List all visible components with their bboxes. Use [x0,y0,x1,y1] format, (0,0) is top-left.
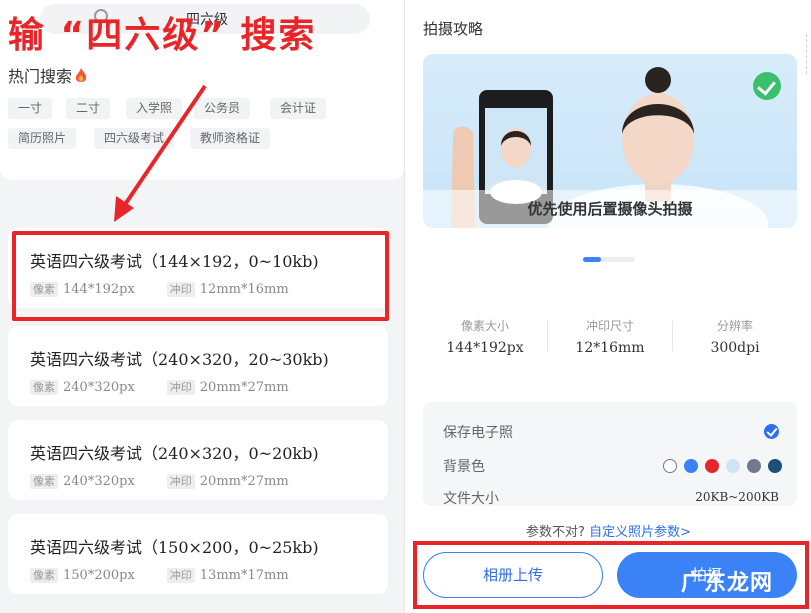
bg-color-gray[interactable] [747,459,761,473]
photo-options: 保存电子照 背景色 文件大小 20KB~200KB [423,402,797,507]
check-icon [753,72,781,100]
spec-row: 像素大小 144*192px 冲印尺寸 12*16mm 分辨率 300dpi [423,317,797,361]
result-title: 英语四六级考试（150×200，0~25kb) [30,538,319,557]
spec-value: 144*192px [446,340,524,356]
bg-color-white[interactable] [663,459,677,473]
carousel-indicator [583,257,635,262]
spec-label: 冲印尺寸 [585,319,634,333]
bg-color-blue[interactable] [684,459,698,473]
spec-item: 分辨率 300dpi [673,317,797,356]
print-value: 20mm*27mm [199,474,289,489]
pixel-label: 像素 [30,568,58,583]
print-label: 冲印 [166,474,195,489]
print-label: 冲印 [166,380,195,395]
guide-caption: 优先使用后置摄像头拍摄 [423,190,797,228]
bg-color-light-blue[interactable] [726,459,740,473]
search-panel: 四六级 输 “四六级” 搜索 热门搜索 一寸 二寸 入学照 公务员 会计证 简历… [0,0,404,613]
spec-item: 像素大小 144*192px [423,317,547,356]
custom-params-hint: 参数不对? 自定义照片参数> [405,521,811,540]
result-card[interactable]: 英语四六级考试（240×320，0~20kb) 像素 240*320px 冲印 20m… [8,420,388,500]
print-value: 20mm*27mm [199,380,289,395]
bg-color-navy[interactable] [768,459,782,473]
result-meta: 像素 240*320px 冲印 20mm*27mm [30,474,289,489]
print-value: 13mm*17mm [199,568,289,583]
result-title: 英语四六级考试（240×320，0~20kb) [30,444,319,463]
detail-panel: 拍摄攻略 优先使用后置摄像头拍摄 像素大小 144*192px 冲印尺寸 12*… [404,0,811,613]
pixel-value: 240*320px [63,474,135,489]
result-meta: 像素 150*200px 冲印 13mm*17mm [30,568,289,583]
save-digital-checkbox[interactable] [764,424,779,439]
section-title: 拍摄攻略 [423,20,484,38]
pixel-value: 240*320px [63,380,135,395]
result-card[interactable]: 英语四六级考试（240×320，20~30kb) 像素 240*320px 冲印 20… [8,326,388,406]
spec-value: 300dpi [710,340,760,356]
spec-value: 12*16mm [575,340,645,356]
highlight-box [12,231,389,321]
guide-image: 优先使用后置摄像头拍摄 [423,54,797,228]
annotation-arrow-icon [114,84,207,222]
bg-color-red[interactable] [705,459,719,473]
pixel-label: 像素 [30,380,58,395]
print-label: 冲印 [166,568,195,583]
file-size-value: 20KB~200KB [695,490,779,504]
spec-label: 分辨率 [716,319,753,333]
spec-item: 冲印尺寸 12*16mm [548,317,672,356]
custom-params-link[interactable]: 自定义照片参数> [589,525,691,540]
result-card[interactable]: 英语四六级考试（150×200，0~25kb) 像素 150*200px 冲印 13m… [8,514,388,594]
result-meta: 像素 240*320px 冲印 20mm*27mm [30,380,289,395]
file-size-label: 文件大小 [443,491,499,507]
save-digital-label: 保存电子照 [443,425,513,441]
scroll-indicator [806,34,809,74]
result-title: 英语四六级考试（240×320，20~30kb) [30,350,329,369]
pixel-value: 150*200px [63,568,135,583]
watermark: 广东龙网 [681,571,774,596]
pixel-label: 像素 [30,474,58,489]
spec-label: 像素大小 [460,319,509,333]
background-color-label: 背景色 [443,459,485,475]
hint-text: 参数不对? [526,525,585,540]
